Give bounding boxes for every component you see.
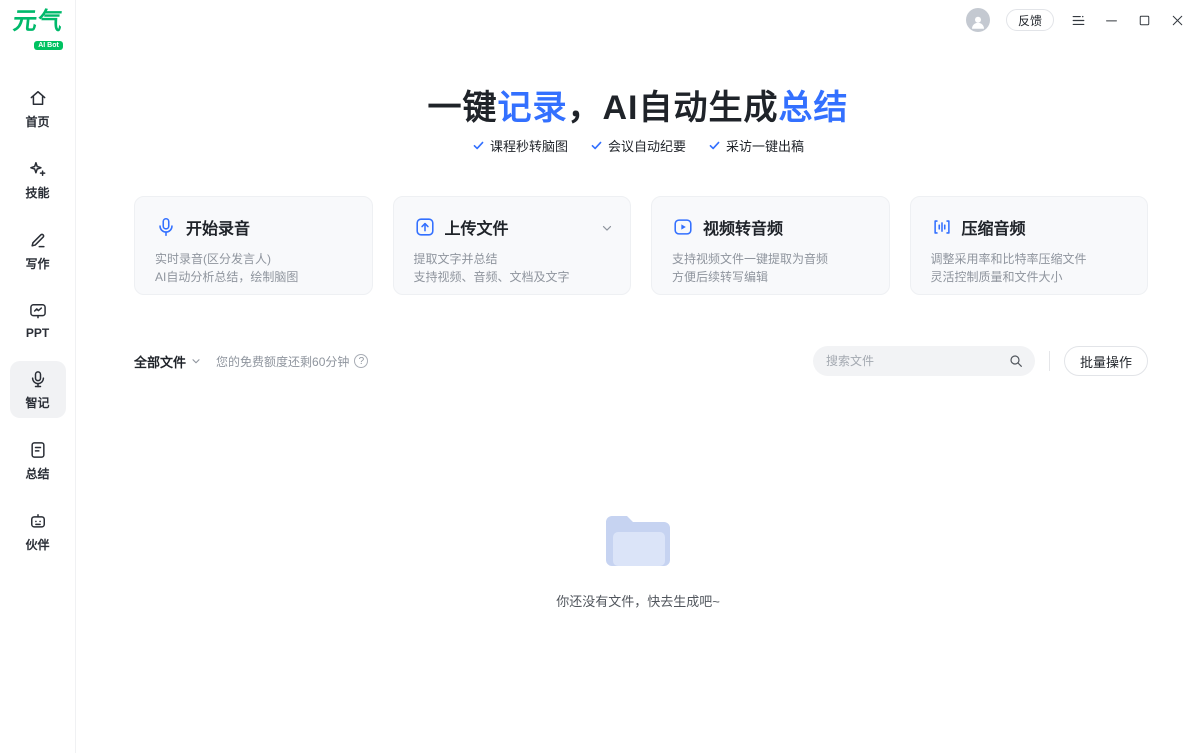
sidebar-item-smart-notes[interactable]: 智记 xyxy=(10,361,66,418)
feature-item: 采访一键出稿 xyxy=(708,136,804,155)
file-filter-dropdown[interactable]: 全部文件 xyxy=(134,352,202,371)
card-desc-line: 提取文字并总结 xyxy=(414,250,613,268)
sidebar-item-label: 智记 xyxy=(25,394,49,411)
feature-item: 会议自动纪要 xyxy=(590,136,686,155)
summary-icon xyxy=(28,440,48,460)
card-desc-line: 实时录音(区分发言人) xyxy=(155,250,354,268)
video-icon xyxy=(672,216,694,238)
list-menu-icon[interactable] xyxy=(1070,12,1087,29)
companion-icon xyxy=(28,511,48,531)
start-recording-card[interactable]: 开始录音 实时录音(区分发言人) AI自动分析总结，绘制脑图 xyxy=(134,196,373,295)
sidebar-item-ppt[interactable]: PPT xyxy=(10,293,66,347)
app-logo: 元气 AI Bot xyxy=(8,10,68,52)
video-to-audio-card[interactable]: 视频转音频 支持视频文件一键提取为音频 方便后续转写编辑 xyxy=(651,196,890,295)
sidebar-item-home[interactable]: 首页 xyxy=(10,80,66,137)
card-desc-line: 灵活控制质量和文件大小 xyxy=(931,268,1130,286)
action-cards: 开始录音 实时录音(区分发言人) AI自动分析总结，绘制脑图 上传文件 提取文字… xyxy=(134,196,1148,295)
home-icon xyxy=(28,88,48,108)
sidebar: 元气 AI Bot 首页 技能 写作 PPT xyxy=(0,0,76,753)
chevron-down-icon[interactable] xyxy=(600,221,614,235)
feature-label: 会议自动纪要 xyxy=(608,136,686,155)
title-segment-highlight: 总结 xyxy=(779,89,849,127)
writing-icon xyxy=(28,230,48,250)
sidebar-item-label: 总结 xyxy=(25,465,49,482)
skills-icon xyxy=(28,159,48,179)
sidebar-item-summary[interactable]: 总结 xyxy=(10,432,66,489)
chevron-down-icon xyxy=(190,355,202,367)
check-icon xyxy=(590,139,603,152)
search-input[interactable] xyxy=(813,346,1035,376)
compress-audio-icon xyxy=(931,216,953,238)
batch-operation-button[interactable]: 批量操作 xyxy=(1064,346,1148,376)
minimize-button[interactable] xyxy=(1103,12,1120,29)
sidebar-item-label: 技能 xyxy=(25,184,49,201)
ppt-icon xyxy=(28,301,48,321)
feature-item: 课程秒转脑图 xyxy=(472,136,568,155)
voice-notes-icon xyxy=(28,369,48,389)
title-segment: ，AI自动生成 xyxy=(568,89,779,127)
free-quota-text: 您的免费额度还剩60分钟 ? xyxy=(216,353,368,370)
main-content: 反馈 一键记录，AI自动生成总结 课程秒转脑图 会议自动纪要 采访一键出稿 xyxy=(76,0,1200,753)
card-desc-line: 方便后续转写编辑 xyxy=(672,268,871,286)
check-icon xyxy=(708,139,721,152)
maximize-button[interactable] xyxy=(1136,12,1153,29)
check-icon xyxy=(472,139,485,152)
file-filter-label: 全部文件 xyxy=(134,352,186,371)
feature-label: 课程秒转脑图 xyxy=(490,136,568,155)
file-toolbar: 全部文件 您的免费额度还剩60分钟 ? 批量操作 xyxy=(134,346,1148,376)
card-desc-line: 支持视频、音频、文档及文字 xyxy=(414,268,613,286)
sidebar-item-label: 写作 xyxy=(25,255,49,272)
user-avatar[interactable] xyxy=(966,8,990,32)
title-segment: 一键 xyxy=(428,89,498,127)
microphone-icon xyxy=(155,216,177,238)
card-title: 上传文件 xyxy=(445,215,509,239)
sidebar-item-companion[interactable]: 伙伴 xyxy=(10,503,66,560)
sidebar-item-label: PPT xyxy=(26,326,49,340)
close-button[interactable] xyxy=(1169,12,1186,29)
card-title: 开始录音 xyxy=(186,215,250,239)
empty-state-message: 你还没有文件，快去生成吧~ xyxy=(76,591,1200,610)
upload-file-card[interactable]: 上传文件 提取文字并总结 支持视频、音频、文档及文字 xyxy=(393,196,632,295)
upload-icon xyxy=(414,216,436,238)
feedback-button[interactable]: 反馈 xyxy=(1006,9,1054,31)
page-title: 一键记录，AI自动生成总结 xyxy=(76,80,1200,129)
sidebar-item-label: 首页 xyxy=(25,113,49,130)
search-icon[interactable] xyxy=(1008,353,1024,369)
compress-audio-card[interactable]: 压缩音频 调整采用率和比特率压缩文件 灵活控制质量和文件大小 xyxy=(910,196,1149,295)
help-icon[interactable]: ? xyxy=(354,354,368,368)
sidebar-item-label: 伙伴 xyxy=(25,536,49,553)
divider xyxy=(1049,351,1050,371)
card-desc-line: AI自动分析总结，绘制脑图 xyxy=(155,268,354,286)
card-desc-line: 支持视频文件一键提取为音频 xyxy=(672,250,871,268)
logo-badge: AI Bot xyxy=(34,41,63,50)
feature-label: 采访一键出稿 xyxy=(726,136,804,155)
sidebar-item-writing[interactable]: 写作 xyxy=(10,222,66,279)
sidebar-item-skills[interactable]: 技能 xyxy=(10,151,66,208)
empty-folder-icon xyxy=(602,512,674,575)
card-title: 压缩音频 xyxy=(962,215,1026,239)
card-title: 视频转音频 xyxy=(703,215,783,239)
titlebar: 反馈 xyxy=(966,6,1186,34)
empty-state: 你还没有文件，快去生成吧~ xyxy=(76,512,1200,610)
search-box xyxy=(813,346,1035,376)
card-desc-line: 调整采用率和比特率压缩文件 xyxy=(931,250,1130,268)
sidebar-nav: 首页 技能 写作 PPT 智记 xyxy=(10,80,66,574)
title-segment-highlight: 记录 xyxy=(498,89,568,127)
feature-list: 课程秒转脑图 会议自动纪要 采访一键出稿 xyxy=(76,136,1200,155)
logo-text: 元气 xyxy=(11,10,64,34)
